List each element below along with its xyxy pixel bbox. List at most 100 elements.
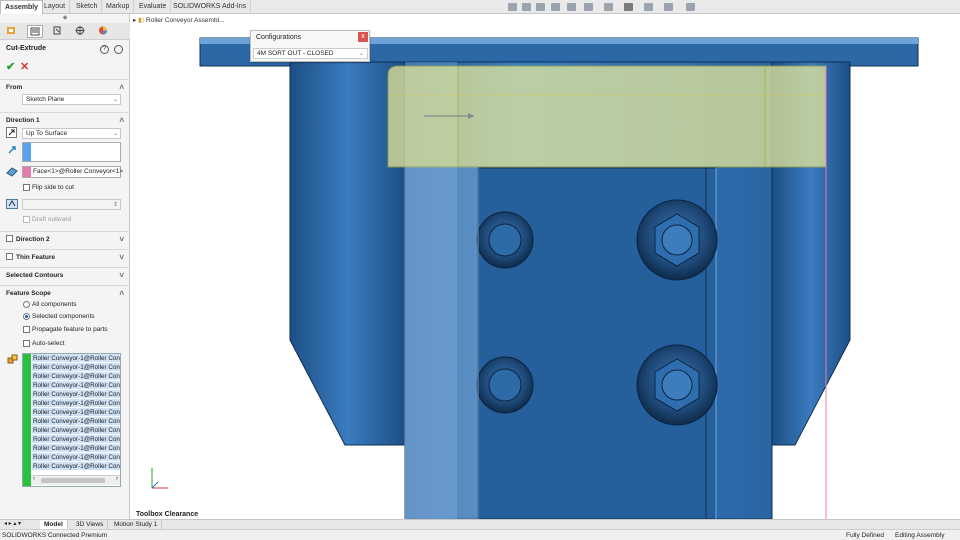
chevron-down-icon: ⌄ — [112, 97, 118, 103]
reverse-direction-icon[interactable] — [6, 127, 17, 138]
list-item[interactable]: Roller Conveyor-1@Roller Con — [32, 399, 120, 408]
manager-tabs — [0, 23, 130, 40]
tab-evaluate[interactable]: Evaluate — [135, 0, 172, 14]
view-settings-icon[interactable] — [664, 3, 673, 11]
draft-icon[interactable] — [6, 199, 18, 209]
draft-angle-spinner[interactable]: ⇕ — [22, 199, 121, 210]
dimxpert-manager-tab[interactable] — [73, 25, 89, 38]
scroll-right-icon[interactable]: › — [116, 476, 118, 482]
flip-side-label: Flip side to cut — [32, 184, 74, 191]
flip-side-checkbox[interactable] — [23, 184, 30, 191]
list-item[interactable]: Roller Conveyor-1@Roller Con — [32, 408, 120, 417]
ok-button[interactable]: ✔ — [6, 60, 15, 73]
graphics-area[interactable] — [131, 14, 960, 519]
chevron-down-icon: ⌄ — [358, 51, 364, 57]
feature-title: Cut-Extrude — [6, 45, 47, 52]
chevron-down-icon: ˅ — [119, 271, 124, 280]
list-item[interactable]: Roller Conveyor-1@Roller Con — [32, 381, 120, 390]
list-item[interactable]: Roller Conveyor-1@Roller Con — [32, 426, 120, 435]
list-item[interactable]: Roller Conveyor-1@Roller Con — [32, 372, 120, 381]
propagate-feature-checkbox[interactable] — [23, 326, 30, 333]
tab-markup[interactable]: Markup — [102, 0, 135, 14]
zoom-area-icon[interactable] — [522, 3, 531, 11]
configuration-manager-tab[interactable] — [50, 25, 66, 38]
from-section-header[interactable]: From ˄ — [0, 79, 130, 94]
close-button[interactable]: x — [358, 32, 368, 42]
end-condition-dropdown[interactable]: Up To Surface ⌄ — [22, 128, 121, 139]
breadcrumb[interactable]: ▸ ◧ Roller Conveyor Assembl... — [133, 16, 224, 24]
tab-sketch[interactable]: Sketch — [72, 0, 103, 14]
list-horizontal-scrollbar[interactable]: ‹ › — [31, 475, 120, 485]
configurations-title: Configurations — [256, 34, 302, 41]
direction1-label: Direction 1 — [6, 117, 40, 124]
definition-status: Fully Defined — [846, 532, 884, 539]
tab-assembly[interactable]: Assembly — [0, 0, 44, 14]
section-view-icon[interactable] — [551, 3, 560, 11]
selected-contours-section-header[interactable]: Selected Contours ˅ — [0, 267, 130, 282]
reference-triad — [151, 468, 168, 489]
direction2-section-header[interactable]: Direction 2 ˅ — [0, 231, 130, 246]
tab-layout[interactable]: Layout — [40, 0, 71, 14]
from-dropdown[interactable]: Sketch Plane ⌄ — [22, 94, 121, 105]
draft-outward-checkbox[interactable] — [23, 216, 30, 223]
color-wheel-icon — [99, 26, 107, 35]
list-item[interactable]: Roller Conveyor-1@Roller Con — [32, 462, 120, 471]
detailed-preview-icon[interactable] — [114, 45, 123, 54]
scroll-left-icon[interactable]: ‹ — [33, 476, 35, 482]
list-item[interactable]: Roller Conveyor-1@Roller Con — [32, 390, 120, 399]
direction1-section-header[interactable]: Direction 1 ˄ — [0, 112, 130, 127]
list-item[interactable]: Roller Conveyor-1@Roller Con — [32, 417, 120, 426]
direction2-checkbox[interactable] — [6, 235, 13, 242]
all-components-radio[interactable] — [23, 301, 30, 308]
property-list-icon — [30, 27, 40, 36]
cancel-button[interactable]: ✕ — [20, 60, 29, 73]
chevron-down-icon: ˅ — [119, 235, 124, 244]
thin-feature-section-header[interactable]: Thin Feature ˅ — [0, 249, 130, 264]
status-bar: SOLIDWORKS Connected Premium Fully Defin… — [0, 529, 960, 540]
list-item[interactable]: Roller Conveyor-1@Roller Con — [32, 435, 120, 444]
chevron-up-icon: ˄ — [119, 83, 124, 92]
list-item[interactable]: Roller Conveyor-1@Roller Con — [32, 363, 120, 372]
chevron-up-icon: ˄ — [119, 289, 124, 298]
tab-scroll-icon[interactable]: ◂ ▸ ▴ ▾ — [4, 520, 21, 527]
zoom-to-fit-icon[interactable] — [508, 3, 517, 11]
thin-feature-checkbox[interactable] — [6, 253, 13, 260]
previous-view-icon[interactable] — [536, 3, 545, 11]
view-orientation-icon[interactable] — [567, 3, 576, 11]
thin-feature-label: Thin Feature — [16, 254, 56, 261]
all-components-label: All components — [32, 301, 77, 308]
list-item[interactable]: Roller Conveyor-1@Roller Con — [32, 453, 120, 462]
selection-color-swatch — [23, 354, 31, 486]
model-view — [151, 37, 919, 519]
selected-components-radio[interactable] — [23, 313, 30, 320]
tab-solidworks-addins[interactable]: SOLIDWORKS Add-Ins — [169, 0, 252, 14]
help-icon[interactable]: ? — [100, 45, 109, 54]
feature-scope-section-header[interactable]: Feature Scope ˄ — [0, 285, 130, 300]
command-manager-tabs: Assembly Layout Sketch Markup Evaluate S… — [0, 0, 960, 14]
hide-show-items-icon[interactable] — [604, 3, 613, 11]
propagate-feature-label: Propagate feature to parts — [32, 326, 108, 333]
viewport-label: Toolbox Clearance — [136, 511, 199, 518]
editing-mode-status: Editing Assembly — [895, 532, 945, 539]
face-reference-box[interactable]: Face<1>@Roller Conveyor<1> — [22, 166, 123, 178]
edit-appearance-icon[interactable] — [624, 3, 633, 11]
selected-components-label: Selected components — [32, 313, 95, 320]
feature-tree-icon — [7, 27, 15, 34]
panel-splitter-handle[interactable]: ◆ — [0, 14, 130, 21]
feature-manager-tab[interactable] — [4, 25, 20, 38]
auto-select-checkbox[interactable] — [23, 340, 30, 347]
list-item[interactable]: Roller Conveyor-1@Roller Con — [32, 444, 120, 453]
scrollbar-thumb[interactable] — [41, 478, 105, 483]
bolt-upper-left — [476, 211, 534, 269]
display-manager-tab[interactable] — [96, 25, 112, 38]
components-selection-list[interactable]: Roller Conveyor-1@Roller Con Roller Conv… — [22, 353, 121, 487]
apply-scene-icon[interactable] — [644, 3, 653, 11]
end-condition-value: Up To Surface — [26, 130, 68, 137]
direction-selection-box[interactable] — [22, 142, 121, 162]
list-item[interactable]: Roller Conveyor-1@Roller Con — [32, 354, 120, 363]
property-manager-tab[interactable] — [27, 25, 43, 38]
monitor-icon[interactable] — [686, 3, 695, 11]
feature-scope-label: Feature Scope — [6, 290, 51, 297]
configuration-dropdown[interactable]: 4M SORT OUT - CLOSED ⌄ — [253, 48, 368, 59]
display-style-icon[interactable] — [584, 3, 593, 11]
